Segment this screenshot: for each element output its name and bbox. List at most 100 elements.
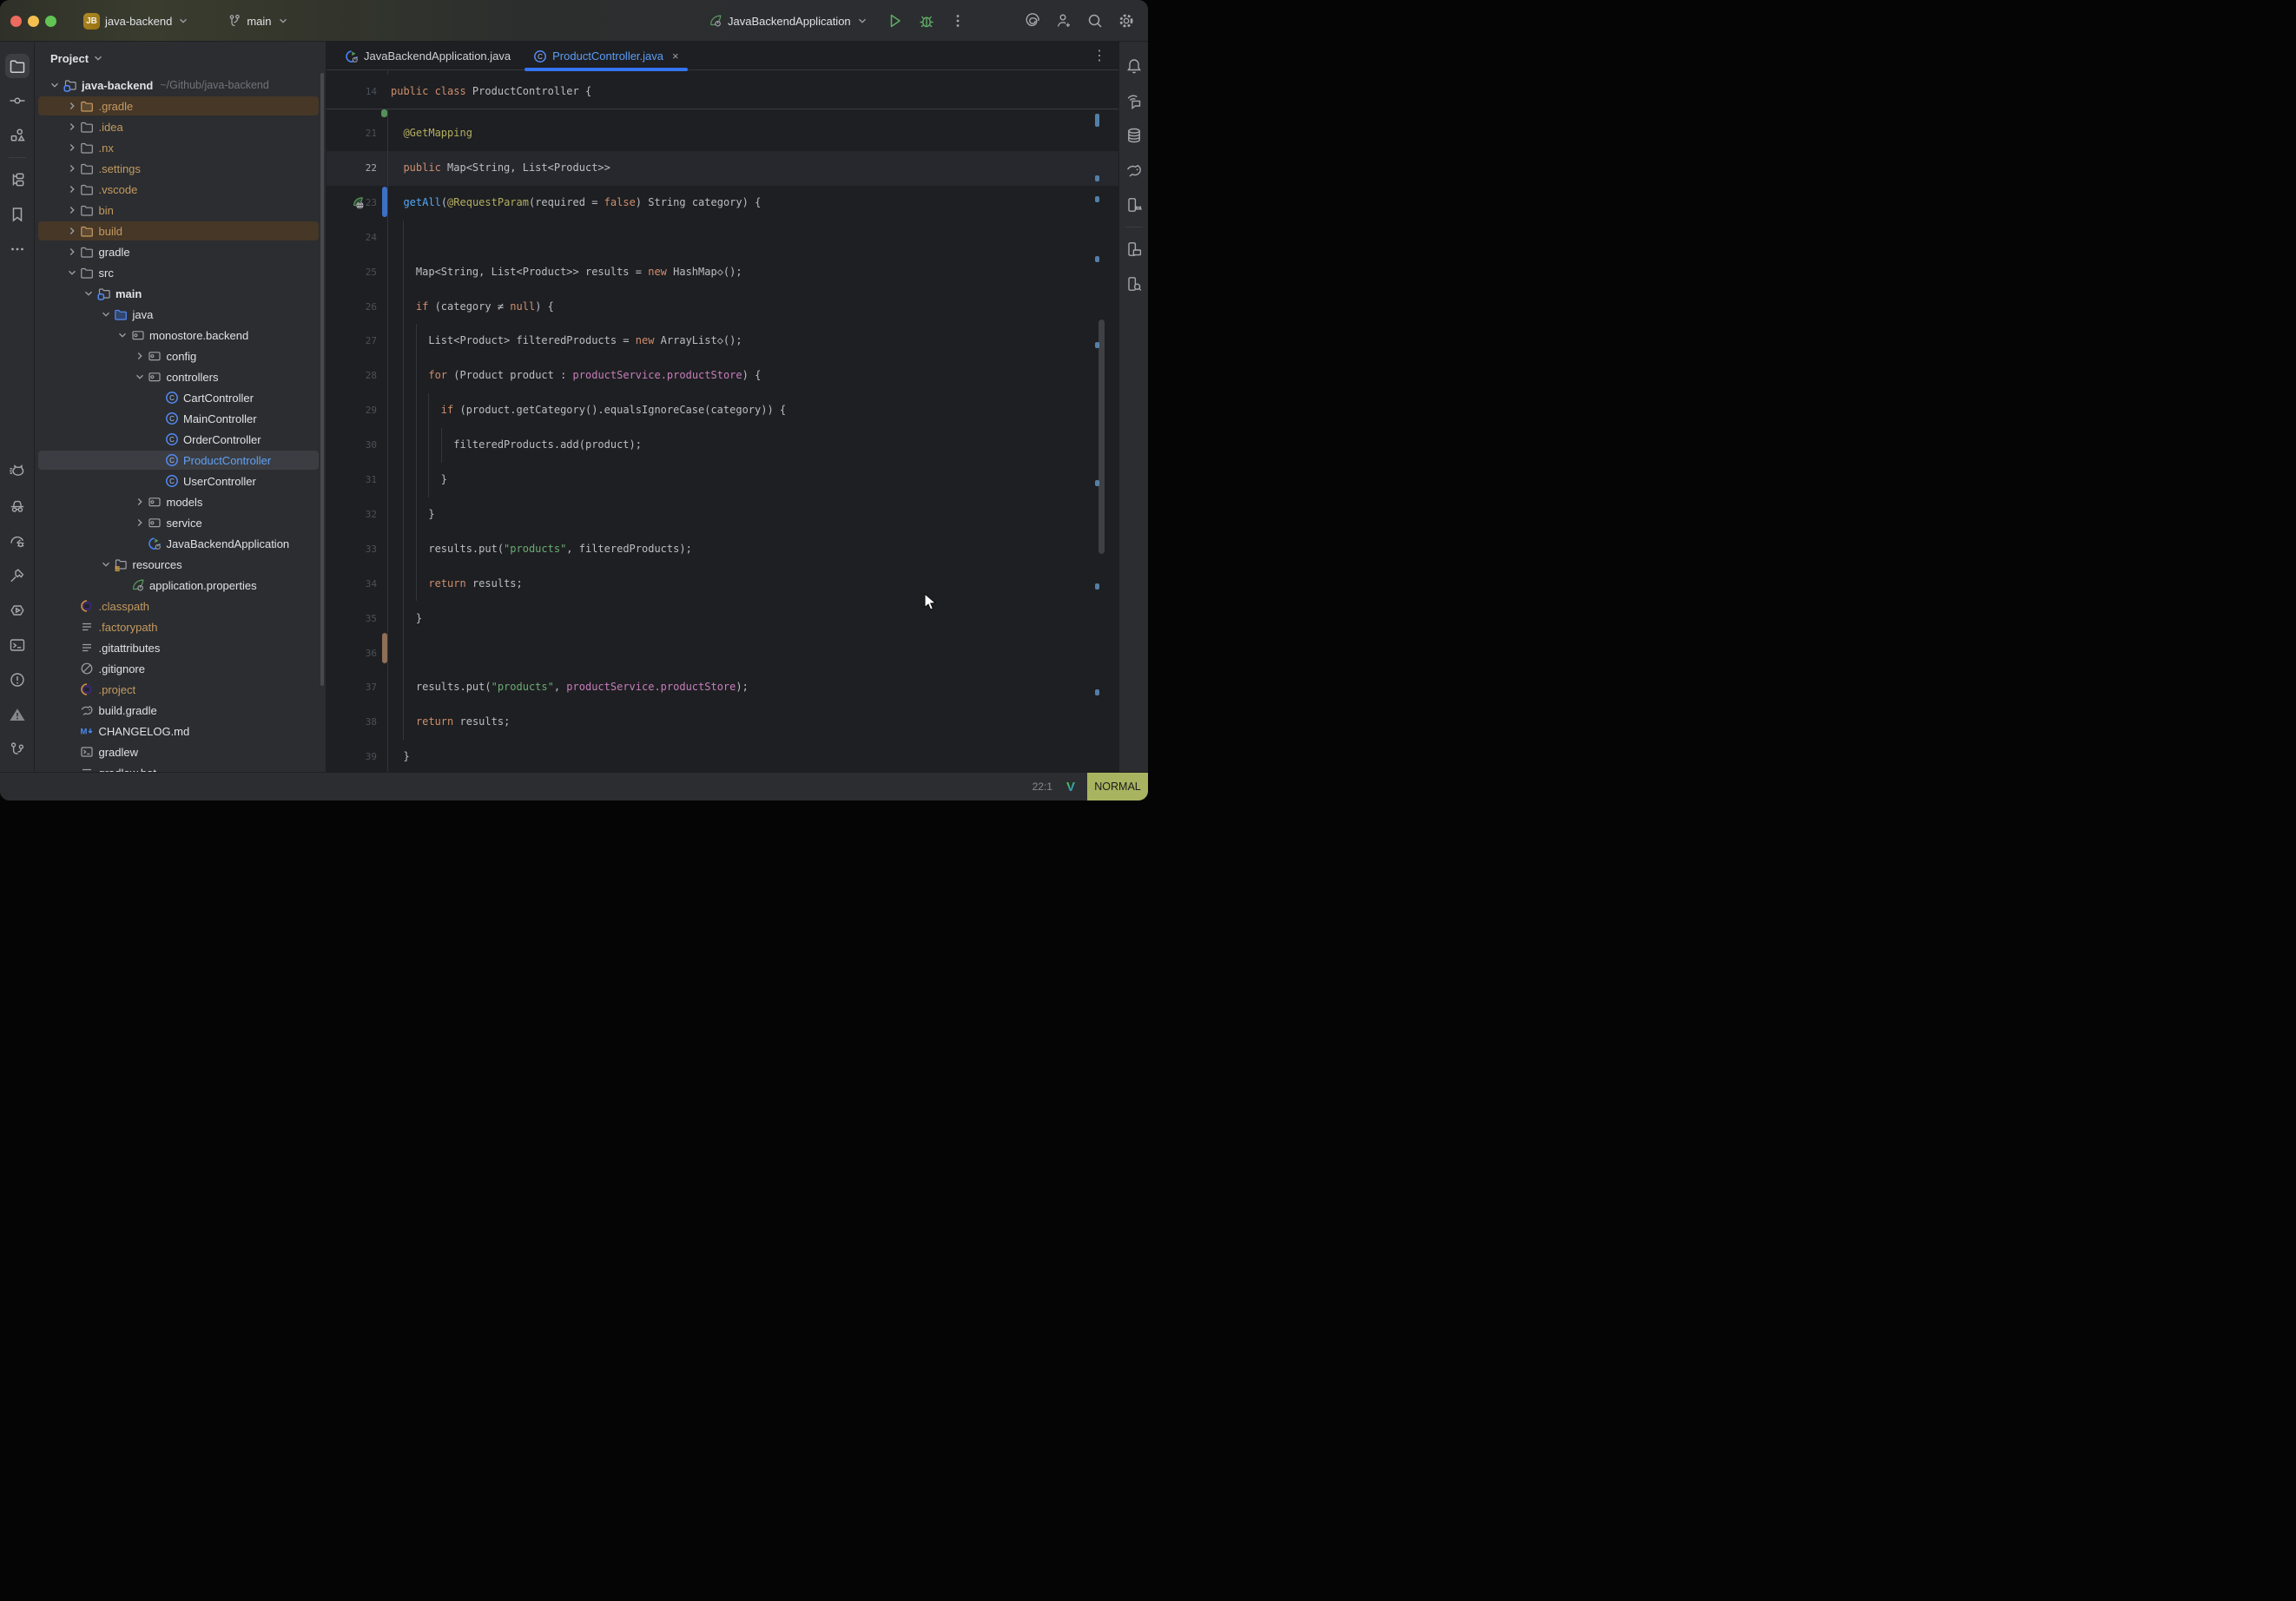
tool-stripe-button-bookmarks[interactable]	[0, 197, 35, 232]
run-configuration-selector[interactable]: JavaBackendApplication	[703, 10, 874, 31]
tool-stripe-button-services[interactable]	[0, 593, 35, 628]
chevron-right-icon[interactable]	[64, 224, 80, 238]
branch-selector[interactable]: main	[222, 10, 294, 31]
chevron-right-icon[interactable]	[64, 141, 80, 155]
error-stripe-mark[interactable]	[1095, 114, 1099, 127]
chevron-right-icon[interactable]	[64, 182, 80, 196]
run-play-icon[interactable]	[886, 11, 905, 30]
tool-stripe-button-project-folder[interactable]	[0, 49, 35, 83]
tree-item-build[interactable]: build	[35, 221, 326, 241]
tree-item-java[interactable]: java	[35, 304, 326, 325]
tree-item-CHANGELOG.md[interactable]: MCHANGELOG.md	[35, 721, 326, 741]
tool-stripe-button-terminal[interactable]	[0, 628, 35, 662]
tree-item-JavaBackendApplication[interactable]: JavaBackendApplication	[35, 533, 326, 554]
tool-stripe-button-profiler[interactable]	[0, 524, 35, 558]
chevron-right-icon[interactable]	[64, 245, 80, 259]
tool-stripe-button-more[interactable]	[0, 232, 35, 267]
tab-options-icon[interactable]: ⋮	[1092, 47, 1118, 64]
chevron-down-icon[interactable]	[81, 287, 96, 300]
tool-stripe-button-git-branch[interactable]	[0, 732, 35, 767]
tree-item-java-backend[interactable]: java-backend~/Github/java-backend	[35, 75, 326, 96]
editor-scrollbar[interactable]	[1099, 320, 1105, 554]
error-stripe-mark[interactable]	[1095, 196, 1099, 202]
tool-stripe-button-commit[interactable]	[0, 83, 35, 118]
chevron-right-icon[interactable]	[132, 495, 148, 509]
debug-bug-icon[interactable]	[917, 11, 936, 30]
ideavim-icon[interactable]: V	[1066, 780, 1075, 794]
tree-item-UserController[interactable]: CUserController	[35, 471, 326, 491]
tool-stripe-button-running-devices[interactable]	[1117, 232, 1149, 267]
tree-item-main[interactable]: main	[35, 283, 326, 304]
chevron-down-icon[interactable]	[92, 52, 104, 64]
tool-stripe-button-device-search[interactable]	[1117, 267, 1149, 301]
tree-item-.vscode[interactable]: .vscode	[35, 179, 326, 200]
tool-stripe-button-structure[interactable]	[0, 118, 35, 153]
chevron-right-icon[interactable]	[64, 161, 80, 175]
tree-item-OrderController[interactable]: COrderController	[35, 429, 326, 450]
tool-stripe-button-build-hammer[interactable]	[0, 558, 35, 593]
tree-item-controllers[interactable]: controllers	[35, 366, 326, 387]
tree-item-.gitignore[interactable]: .gitignore	[35, 658, 326, 679]
tool-stripe-button-hierarchy[interactable]	[0, 162, 35, 197]
chevron-down-icon[interactable]	[98, 557, 114, 571]
tree-item-bin[interactable]: bin	[35, 200, 326, 221]
request-mapping-gutter-icon[interactable]	[351, 196, 365, 210]
chevron-down-icon[interactable]	[47, 78, 63, 92]
tree-item-CartController[interactable]: CCartController	[35, 387, 326, 408]
tool-stripe-button-ai-cat[interactable]	[0, 454, 35, 489]
minimize-window-button[interactable]	[28, 16, 39, 27]
chevron-right-icon[interactable]	[132, 349, 148, 363]
tree-item-resources[interactable]: resources	[35, 554, 326, 575]
tree-item-gradlew[interactable]: gradlew	[35, 741, 326, 762]
tree-item-MainController[interactable]: CMainController	[35, 408, 326, 429]
zoom-window-button[interactable]	[45, 16, 56, 27]
tree-item-config[interactable]: config	[35, 346, 326, 366]
tool-stripe-button-bell[interactable]	[1117, 49, 1149, 83]
error-stripe-mark[interactable]	[1095, 583, 1099, 590]
tree-item-.project[interactable]: .project	[35, 679, 326, 700]
ai-assistant-icon[interactable]	[1023, 11, 1042, 30]
tree-item-.classpath[interactable]: .classpath	[35, 596, 326, 616]
chevron-down-icon[interactable]	[64, 266, 80, 280]
tool-stripe-button-device-android[interactable]	[1117, 188, 1149, 222]
tree-item-.idea[interactable]: .idea	[35, 116, 326, 137]
tool-stripe-button-database[interactable]	[1117, 118, 1149, 153]
more-vertical-icon[interactable]	[948, 11, 967, 30]
code-editor[interactable]: 21 @GetMapping22 public Map<String, List…	[327, 70, 1118, 772]
tree-item-gradle[interactable]: gradle	[35, 241, 326, 262]
tree-item-ProductController[interactable]: CProductController	[35, 450, 326, 471]
chevron-right-icon[interactable]	[64, 120, 80, 134]
tree-item-.nx[interactable]: .nx	[35, 137, 326, 158]
tool-stripe-button-problems[interactable]	[0, 662, 35, 697]
tree-item-.gradle[interactable]: .gradle	[35, 96, 326, 116]
tree-item-service[interactable]: service	[35, 512, 326, 533]
tree-item-build.gradle[interactable]: build.gradle	[35, 700, 326, 721]
chevron-right-icon[interactable]	[64, 99, 80, 113]
close-window-button[interactable]	[10, 16, 22, 27]
tree-item-application.properties[interactable]: application.properties	[35, 575, 326, 596]
tool-stripe-button-warning[interactable]	[0, 697, 35, 732]
error-stripe-mark[interactable]	[1095, 256, 1099, 262]
project-selector[interactable]: JB java-backend	[78, 10, 195, 33]
settings-gear-icon[interactable]	[1117, 11, 1136, 30]
project-tree-scrollbar[interactable]	[320, 73, 324, 686]
tree-item-.factorypath[interactable]: .factorypath	[35, 616, 326, 637]
editor-tab-ProductController.java[interactable]: CProductController.java×	[522, 42, 690, 70]
tool-stripe-button-gradle[interactable]	[1117, 153, 1149, 188]
chevron-right-icon[interactable]	[64, 203, 80, 217]
tree-item-.settings[interactable]: .settings	[35, 158, 326, 179]
chevron-right-icon[interactable]	[132, 516, 148, 530]
chevron-down-icon[interactable]	[132, 370, 148, 384]
tree-item-monostore.backend[interactable]: monostore.backend	[35, 325, 326, 346]
tree-item-src[interactable]: src	[35, 262, 326, 283]
tree-item-.gitattributes[interactable]: .gitattributes	[35, 637, 326, 658]
close-tab-icon[interactable]: ×	[672, 50, 679, 62]
search-icon[interactable]	[1085, 11, 1105, 30]
tree-item-models[interactable]: models	[35, 491, 326, 512]
tool-stripe-button-ai-chat[interactable]	[1117, 83, 1149, 118]
error-stripe-mark[interactable]	[1095, 689, 1099, 695]
error-stripe-mark[interactable]	[1095, 175, 1099, 181]
vim-mode-badge[interactable]: NORMAL	[1087, 773, 1148, 800]
caret-position-widget[interactable]: 22:1	[1033, 781, 1052, 793]
editor-tab-JavaBackendApplication.java[interactable]: JavaBackendApplication.java	[333, 42, 522, 70]
